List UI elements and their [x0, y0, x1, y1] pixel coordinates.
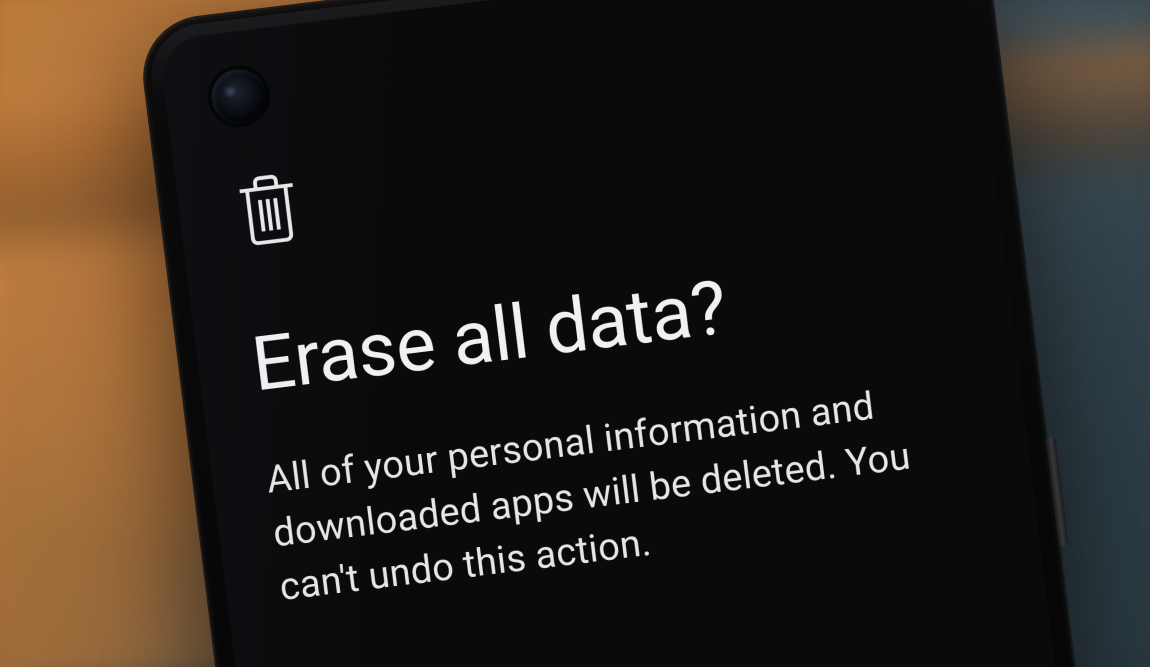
dialog-icon-row — [231, 86, 945, 252]
phone-frame: Erase all data? All of your personal inf… — [138, 0, 1091, 667]
front-camera — [209, 66, 269, 126]
phone-screen: Erase all data? All of your personal inf… — [158, 0, 1071, 667]
trash-icon — [231, 86, 945, 252]
phone-device: Erase all data? All of your personal inf… — [138, 0, 1091, 667]
dialog-body: All of your personal information and dow… — [264, 368, 990, 615]
